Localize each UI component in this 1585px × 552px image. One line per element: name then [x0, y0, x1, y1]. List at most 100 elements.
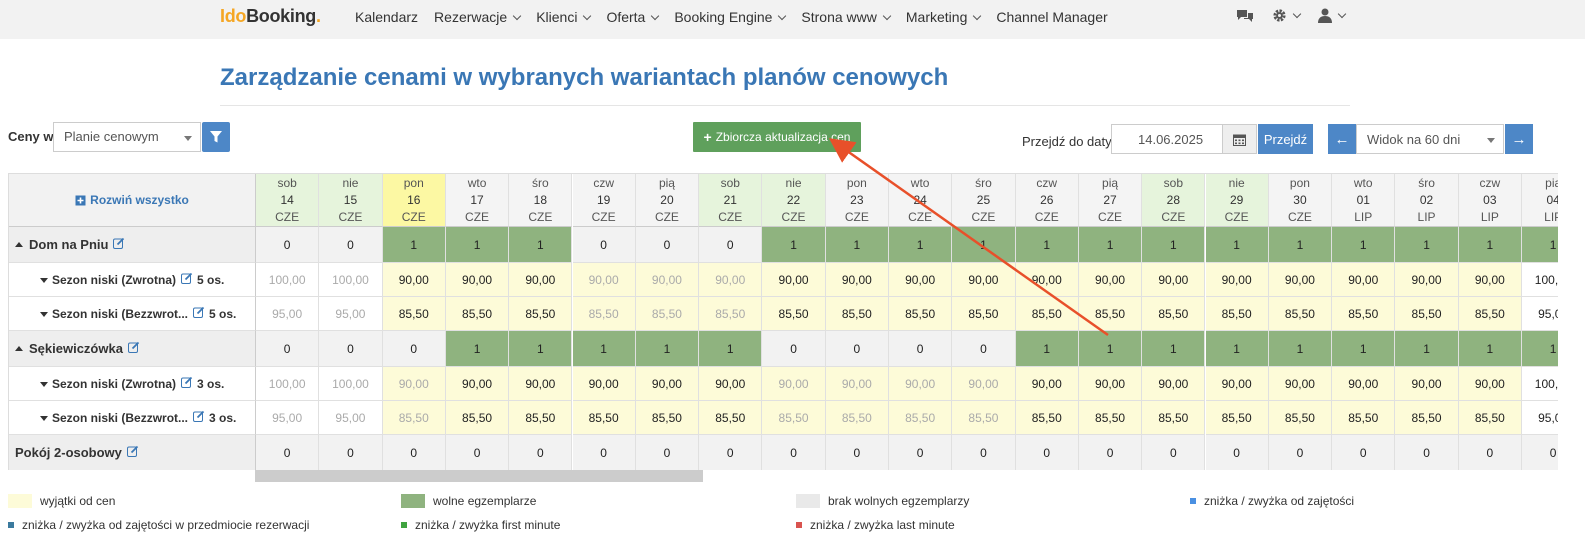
price-cell[interactable]: 90,00: [445, 367, 510, 401]
day-header-15-cze[interactable]: nie 15 CZE: [319, 174, 383, 227]
availability-cell[interactable]: 1: [1522, 331, 1558, 367]
variant-row-label[interactable]: Sezon niski (Bezzwrot... 5 os.: [9, 297, 256, 331]
object-row-label[interactable]: Pokój 2-osobowy: [9, 435, 256, 470]
availability-cell[interactable]: 1: [1142, 331, 1206, 367]
availability-cell[interactable]: 1: [889, 227, 953, 263]
price-cell[interactable]: 95,00: [1522, 297, 1558, 331]
price-cell[interactable]: 90,00: [1078, 263, 1143, 297]
availability-cell[interactable]: 0: [256, 435, 320, 470]
day-header-17-cze[interactable]: wto 17 CZE: [445, 174, 510, 227]
nav-item-rezerwacje[interactable]: Rezerwacje: [434, 9, 522, 25]
price-cell[interactable]: 90,00: [762, 367, 826, 401]
price-cell[interactable]: 85,50: [825, 401, 889, 435]
price-cell[interactable]: 90,00: [1205, 367, 1269, 401]
price-cell[interactable]: 90,00: [1458, 367, 1522, 401]
availability-cell[interactable]: 0: [762, 331, 826, 367]
edit-icon[interactable]: [181, 376, 193, 391]
availability-cell[interactable]: 0: [1332, 435, 1396, 470]
price-cell[interactable]: 85,50: [1395, 297, 1459, 331]
price-cell[interactable]: 85,50: [1268, 401, 1333, 435]
availability-cell[interactable]: 0: [572, 435, 636, 470]
availability-cell[interactable]: 0: [1268, 435, 1333, 470]
availability-cell[interactable]: 0: [1205, 435, 1269, 470]
price-cell[interactable]: 85,50: [1458, 297, 1522, 331]
price-cell[interactable]: 85,50: [889, 297, 953, 331]
nav-item-kalendarz[interactable]: Kalendarz: [355, 9, 418, 25]
availability-cell[interactable]: 0: [319, 435, 383, 470]
expand-triangle-icon[interactable]: [40, 416, 48, 421]
availability-cell[interactable]: 0: [1015, 435, 1079, 470]
availability-cell[interactable]: 0: [762, 435, 826, 470]
availability-cell[interactable]: 0: [1078, 435, 1143, 470]
price-cell[interactable]: 90,00: [445, 263, 510, 297]
price-cell[interactable]: 100,00: [1522, 263, 1558, 297]
availability-cell[interactable]: 1: [762, 227, 826, 263]
price-cell[interactable]: 85,50: [825, 297, 889, 331]
availability-cell[interactable]: 1: [1268, 227, 1333, 263]
availability-cell[interactable]: 1: [509, 227, 573, 263]
price-cell[interactable]: 90,00: [382, 263, 446, 297]
expand-triangle-icon[interactable]: [40, 312, 48, 317]
availability-cell[interactable]: 1: [509, 331, 573, 367]
edit-icon[interactable]: [126, 445, 139, 460]
expand-triangle-icon[interactable]: [40, 382, 48, 387]
price-cell[interactable]: 85,50: [382, 297, 446, 331]
availability-cell[interactable]: 1: [1395, 331, 1459, 367]
price-cell[interactable]: 90,00: [1458, 263, 1522, 297]
chat-icon[interactable]: [1236, 8, 1254, 23]
price-cell[interactable]: 90,00: [635, 263, 700, 297]
price-cell[interactable]: 90,00: [572, 263, 636, 297]
availability-cell[interactable]: 1: [1395, 227, 1459, 263]
price-cell[interactable]: 85,50: [952, 401, 1016, 435]
idobooking-logo[interactable]: IdoBooking.: [220, 6, 321, 27]
nav-item-klienci[interactable]: Klienci: [536, 9, 592, 25]
price-cell[interactable]: 85,50: [635, 401, 700, 435]
availability-cell[interactable]: 1: [1522, 227, 1558, 263]
availability-cell[interactable]: 1: [1205, 227, 1269, 263]
availability-cell[interactable]: 1: [952, 227, 1016, 263]
price-cell[interactable]: 85,50: [445, 401, 510, 435]
day-header-02-lip[interactable]: śro 02 LIP: [1395, 174, 1459, 227]
day-header-18-cze[interactable]: śro 18 CZE: [509, 174, 573, 227]
availability-cell[interactable]: 1: [1458, 331, 1522, 367]
expand-all-button[interactable]: Rozwiń wszystko: [9, 174, 256, 227]
availability-cell[interactable]: 0: [509, 435, 573, 470]
price-cell[interactable]: 85,50: [1015, 401, 1079, 435]
price-cell[interactable]: 85,50: [1268, 297, 1333, 331]
day-header-14-cze[interactable]: sob 14 CZE: [256, 174, 320, 227]
availability-cell[interactable]: 0: [256, 227, 320, 263]
availability-cell[interactable]: 1: [1205, 331, 1269, 367]
price-cell[interactable]: 100,00: [319, 263, 383, 297]
price-cell[interactable]: 90,00: [1015, 367, 1079, 401]
availability-cell[interactable]: 1: [635, 331, 700, 367]
availability-cell[interactable]: 0: [889, 331, 953, 367]
availability-cell[interactable]: 1: [699, 331, 763, 367]
edit-icon[interactable]: [113, 237, 125, 252]
availability-cell[interactable]: 1: [1332, 227, 1396, 263]
nav-item-oferta[interactable]: Oferta: [606, 9, 660, 25]
availability-cell[interactable]: 1: [1268, 331, 1333, 367]
price-cell[interactable]: 85,50: [1142, 401, 1206, 435]
price-cell[interactable]: 85,50: [509, 401, 573, 435]
price-cell[interactable]: 85,50: [699, 401, 763, 435]
availability-cell[interactable]: 0: [572, 227, 636, 263]
price-cell[interactable]: 85,50: [1458, 401, 1522, 435]
price-cell[interactable]: 90,00: [889, 367, 953, 401]
price-cell[interactable]: 90,00: [509, 367, 573, 401]
availability-cell[interactable]: 0: [319, 331, 383, 367]
day-header-24-cze[interactable]: wto 24 CZE: [889, 174, 953, 227]
availability-cell[interactable]: 0: [1142, 435, 1206, 470]
availability-cell[interactable]: 0: [1395, 435, 1459, 470]
availability-cell[interactable]: 1: [572, 331, 636, 367]
nav-item-strona-www[interactable]: Strona www: [801, 9, 892, 25]
price-cell[interactable]: 90,00: [1078, 367, 1143, 401]
day-header-01-lip[interactable]: wto 01 LIP: [1332, 174, 1396, 227]
day-header-16-cze[interactable]: pon 16 CZE: [382, 174, 446, 227]
edit-icon[interactable]: [127, 341, 140, 356]
calendar-button[interactable]: [1222, 124, 1257, 154]
price-cell[interactable]: 90,00: [1268, 367, 1333, 401]
day-header-04-lip[interactable]: pią 04 LIP: [1522, 174, 1558, 227]
price-cell[interactable]: 90,00: [1015, 263, 1079, 297]
price-cell[interactable]: 85,50: [889, 401, 953, 435]
bulk-price-update-button[interactable]: + Zbiorcza aktualizacja cen: [693, 122, 861, 152]
